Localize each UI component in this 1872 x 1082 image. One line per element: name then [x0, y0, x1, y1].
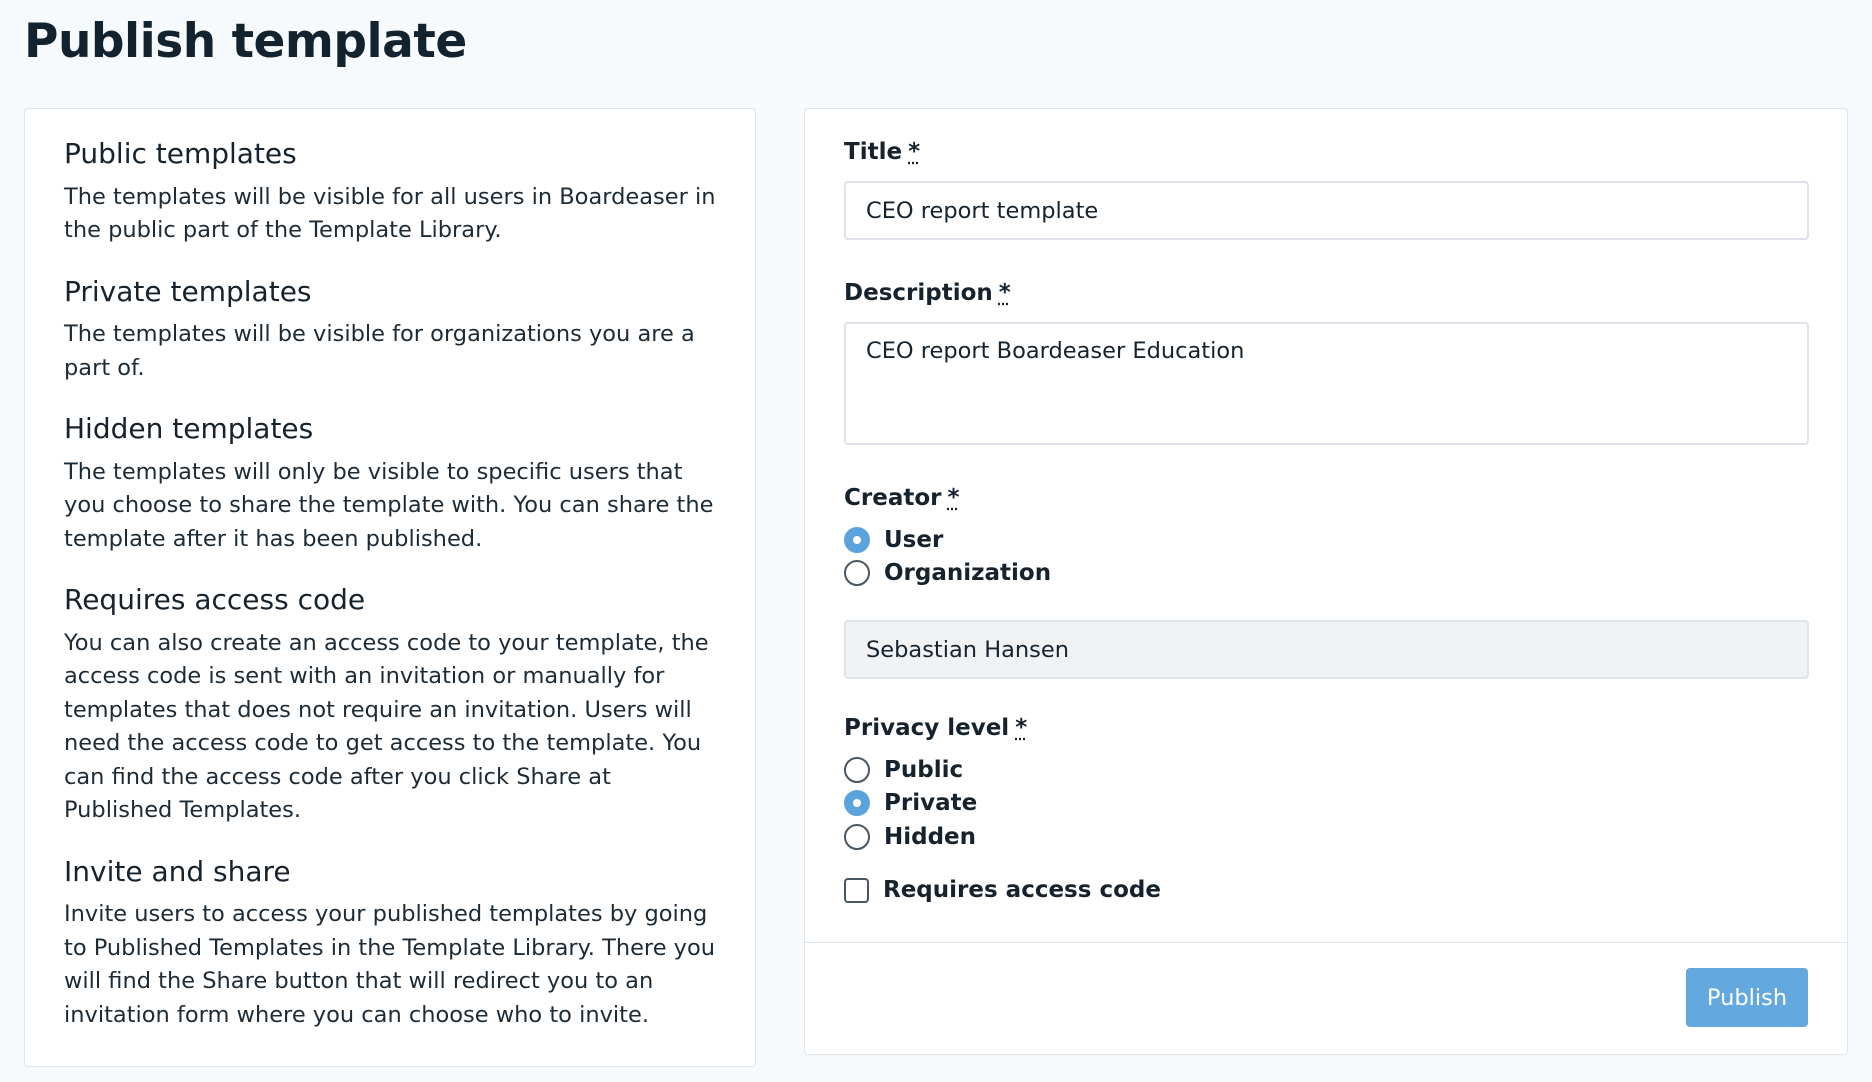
info-body: You can also create an access code to yo… [64, 629, 709, 824]
privacy-label: Privacy level * [844, 715, 1028, 741]
required-mark: * [998, 280, 1011, 306]
info-section-private: Private templates The templates will be … [64, 275, 716, 386]
option-label: User [884, 526, 944, 553]
page-title: Publish template [24, 14, 467, 69]
publish-form: Title * CEO report template Description * … [804, 108, 1848, 1055]
option-label: Hidden [884, 823, 977, 850]
info-section-hidden: Hidden templates The templates will only… [64, 412, 716, 556]
info-section-public: Public templates The templates will be v… [64, 137, 716, 248]
info-panel: Public templates The templates will be v… [24, 108, 756, 1067]
info-heading: Requires access code [64, 583, 366, 617]
privacy-option-private[interactable]: Private [844, 787, 1808, 821]
creator-label: Creator * [844, 485, 960, 511]
required-mark: * [1015, 715, 1028, 741]
info-heading: Invite and share [64, 854, 291, 888]
title-label: Title * [844, 139, 921, 165]
required-mark: * [947, 485, 960, 511]
option-label: Public [884, 756, 964, 783]
radio-icon[interactable] [844, 560, 870, 587]
creator-name-readonly: Sebastian Hansen [844, 620, 1809, 679]
title-input[interactable]: CEO report template [844, 181, 1809, 240]
form-footer: Publish [805, 942, 1847, 1054]
radio-icon[interactable] [844, 823, 870, 850]
creator-option-organization[interactable]: Organization [844, 557, 1808, 591]
info-heading: Hidden templates [64, 412, 314, 446]
access-code-checkbox-row[interactable]: Requires access code [844, 874, 1808, 908]
info-body: The templates will be visible for organi… [64, 321, 695, 381]
privacy-field: Privacy level * Public Private Hidden [844, 715, 1808, 854]
info-body: The templates will be visible for all us… [64, 183, 716, 244]
privacy-option-public[interactable]: Public [844, 753, 1808, 787]
info-section-access-code: Requires access code You can also create… [64, 583, 716, 828]
option-label: Requires access code [883, 877, 1161, 904]
option-label: Private [884, 790, 978, 817]
option-label: Organization [884, 560, 1052, 587]
radio-checked-icon[interactable] [844, 790, 870, 817]
creator-name-field: Sebastian Hansen [844, 620, 1809, 679]
description-field: Description * CEO report Boardeaser Educa… [844, 280, 1809, 445]
radio-icon[interactable] [844, 756, 870, 783]
title-field: Title * CEO report template [844, 139, 1809, 240]
description-label: Description * [844, 280, 1011, 306]
info-section-invite: Invite and share Invite users to access … [64, 855, 716, 1033]
required-mark: * [908, 139, 921, 165]
publish-button[interactable]: Publish [1686, 968, 1808, 1027]
privacy-option-hidden[interactable]: Hidden [844, 820, 1808, 854]
radio-checked-icon[interactable] [844, 526, 870, 553]
info-body: The templates will only be visible to sp… [64, 458, 714, 552]
creator-field: Creator * User Organization [844, 485, 1808, 590]
info-heading: Public templates [64, 137, 297, 170]
info-body: Invite users to access your published te… [64, 901, 716, 1028]
checkbox-icon[interactable] [844, 877, 869, 903]
creator-option-user[interactable]: User [844, 523, 1808, 557]
info-heading: Private templates [64, 274, 312, 308]
description-textarea[interactable]: CEO report Boardeaser Education [844, 322, 1809, 445]
